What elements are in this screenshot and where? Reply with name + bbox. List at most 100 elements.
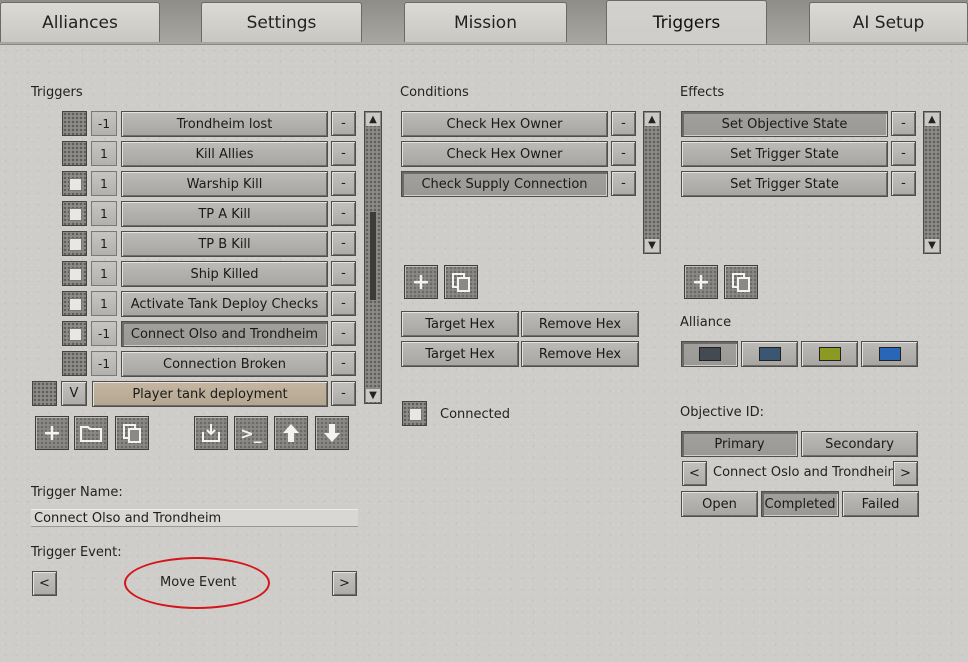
condition-item[interactable]: Check Hex Owner [401,141,608,167]
remove-hex-button[interactable]: Remove Hex [521,311,639,337]
target-hex-button[interactable]: Target Hex [401,311,519,337]
alliance-color-swatch [878,347,901,361]
trigger-checkbox[interactable] [62,171,87,196]
arrow-up-icon[interactable] [274,416,308,450]
tab-settings[interactable]: Settings [201,2,362,42]
copy-icon[interactable] [115,416,149,450]
effect-remove-button[interactable]: - [891,141,916,166]
arrow-down-icon[interactable] [315,416,349,450]
scroll-thumb[interactable] [370,212,376,300]
objective-prev-button[interactable]: < [682,461,707,486]
primary-objective-button[interactable]: Primary [681,431,798,457]
trigger-item[interactable]: Trondheim lost [121,111,328,137]
trigger-checkbox[interactable] [62,111,87,136]
trigger-event-next-button[interactable]: > [332,571,357,596]
effect-item[interactable]: Set Trigger State [681,141,888,167]
console-icon[interactable]: >_ [234,416,268,450]
trigger-remove-button[interactable]: - [331,291,356,316]
alliance-color-button[interactable] [801,341,858,367]
trigger-list-scrollbar[interactable]: ▲ ▼ [364,111,382,404]
trigger-item[interactable]: Warship Kill [121,171,328,197]
trigger-remove-button[interactable]: - [331,111,356,136]
trigger-checkbox[interactable] [62,141,87,166]
effect-item[interactable]: Set Trigger State [681,171,888,197]
tab-ai-setup[interactable]: AI Setup [809,2,968,42]
scroll-down-icon[interactable]: ▼ [366,389,380,402]
trigger-remove-button[interactable]: - [331,141,356,166]
trigger-item[interactable]: Connect Olso and Trondheim [121,321,328,347]
trigger-name-label: Trigger Name: [31,485,123,500]
tab-triggers[interactable]: Triggers [606,0,767,44]
scroll-down-icon[interactable]: ▼ [925,239,939,252]
scroll-up-icon[interactable]: ▲ [925,113,939,126]
import-icon[interactable] [194,416,228,450]
trigger-checkbox[interactable] [62,231,87,256]
copy-effect-icon[interactable] [724,265,758,299]
trigger-item[interactable]: Connection Broken [121,351,328,377]
objective-id-label: Objective ID: [680,405,764,420]
trigger-group-expand-button[interactable]: V [61,381,87,406]
trigger-remove-button[interactable]: - [331,171,356,196]
trigger-event-label: Trigger Event: [31,545,122,560]
tab-bar: Alliances Settings Mission Triggers AI S… [0,0,968,44]
scroll-up-icon[interactable]: ▲ [366,113,380,126]
trigger-event-prev-button[interactable]: < [32,571,57,596]
trigger-remove-button[interactable]: - [331,351,356,376]
alliance-color-button[interactable] [681,341,738,367]
folder-icon[interactable] [74,416,108,450]
effect-remove-button[interactable]: - [891,171,916,196]
alliance-label: Alliance [680,315,732,330]
trigger-remove-button[interactable]: - [331,321,356,346]
trigger-checkbox[interactable] [62,201,87,226]
trigger-remove-button[interactable]: - [331,261,356,286]
objective-completed-button[interactable]: Completed [761,491,839,517]
objective-failed-button[interactable]: Failed [842,491,919,517]
effect-list-scrollbar[interactable]: ▲ ▼ [923,111,941,254]
trigger-remove-button[interactable]: - [331,381,356,406]
condition-remove-button[interactable]: - [611,111,636,136]
triggers-heading: Triggers [31,85,83,100]
trigger-count: 1 [91,231,117,256]
trigger-remove-button[interactable]: - [331,231,356,256]
add-condition-icon[interactable]: + [404,265,438,299]
tab-mission[interactable]: Mission [404,2,567,42]
trigger-checkbox[interactable] [62,261,87,286]
trigger-item[interactable]: Activate Tank Deploy Checks [121,291,328,317]
connected-checkbox[interactable] [402,401,427,426]
remove-hex-button[interactable]: Remove Hex [521,341,639,367]
objective-open-button[interactable]: Open [681,491,758,517]
tab-alliances[interactable]: Alliances [0,2,160,42]
add-effect-icon[interactable]: + [684,265,718,299]
trigger-checkbox[interactable] [62,321,87,346]
effect-item[interactable]: Set Objective State [681,111,888,137]
trigger-remove-button[interactable]: - [331,201,356,226]
trigger-item[interactable]: TP A Kill [121,201,328,227]
trigger-group-checkbox[interactable] [32,381,57,406]
condition-item[interactable]: Check Supply Connection [401,171,608,197]
condition-remove-button[interactable]: - [611,171,636,196]
alliance-color-button[interactable] [741,341,798,367]
trigger-name-input[interactable]: Connect Olso and Trondheim [31,509,358,527]
scroll-up-icon[interactable]: ▲ [645,113,659,126]
condition-remove-button[interactable]: - [611,141,636,166]
alliance-color-button[interactable] [861,341,918,367]
connected-label: Connected [440,407,511,422]
condition-list-scrollbar[interactable]: ▲ ▼ [643,111,661,254]
effect-remove-button[interactable]: - [891,111,916,136]
trigger-group-item[interactable]: Player tank deployment [92,381,328,407]
trigger-item[interactable]: Ship Killed [121,261,328,287]
copy-condition-icon[interactable] [444,265,478,299]
secondary-objective-button[interactable]: Secondary [801,431,918,457]
trigger-item[interactable]: Kill Allies [121,141,328,167]
add-icon[interactable]: + [35,416,69,450]
target-hex-button[interactable]: Target Hex [401,341,519,367]
condition-item[interactable]: Check Hex Owner [401,111,608,137]
conditions-heading: Conditions [400,85,469,100]
objective-next-button[interactable]: > [893,461,918,486]
scroll-down-icon[interactable]: ▼ [645,239,659,252]
trigger-count: -1 [91,351,117,376]
alliance-color-swatch [758,347,781,361]
trigger-item[interactable]: TP B Kill [121,231,328,257]
trigger-checkbox[interactable] [62,351,87,376]
trigger-checkbox[interactable] [62,291,87,316]
